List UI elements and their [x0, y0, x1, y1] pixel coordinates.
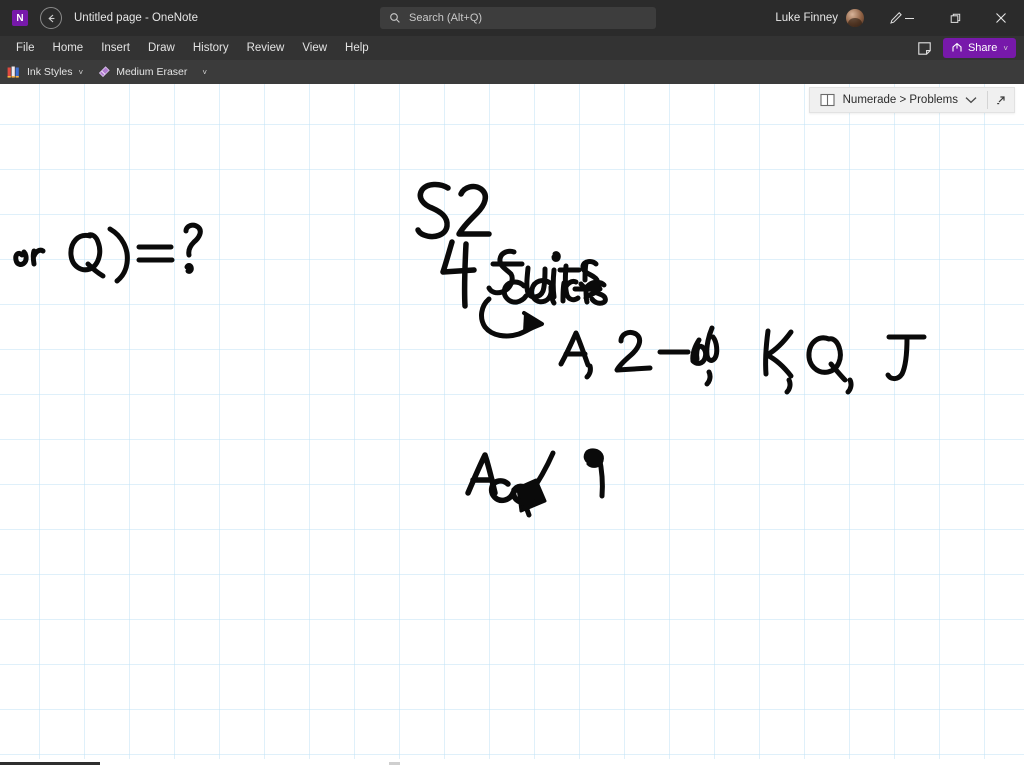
ink-stroke-ranks-list [558, 325, 927, 395]
ribbon-overflow-caret-icon: ˅ [202, 67, 208, 77]
minimize-button[interactable] [886, 0, 932, 36]
chevron-down-icon [965, 97, 977, 104]
sticky-note-icon [917, 41, 931, 55]
maximize-button[interactable] [932, 0, 978, 36]
medium-eraser-label: Medium Eraser [116, 66, 188, 78]
scrollbar-thumb[interactable] [0, 762, 100, 765]
onenote-logo-icon: N [12, 10, 28, 26]
expand-diagonal-icon [997, 96, 1005, 105]
title-bar: N Untitled page - OneNote Search (Alt+Q)… [0, 0, 1024, 36]
ink-stroke-arrow-to-ranks [479, 296, 544, 339]
ribbon-overflow-button[interactable]: ˅ [194, 60, 214, 84]
back-button[interactable] [40, 7, 62, 29]
ink-stroke-suits [486, 248, 601, 303]
scrollbar-track-marker [389, 762, 400, 765]
search-placeholder-text: Search (Alt+Q) [409, 12, 483, 24]
horizontal-scrollbar[interactable] [0, 759, 1024, 768]
close-icon [996, 13, 1006, 23]
onenote-window: N Untitled page - OneNote Search (Alt+Q)… [0, 0, 1024, 768]
ink-stroke-4 [440, 239, 477, 309]
back-arrow-icon [47, 14, 54, 22]
draw-ribbon: Ink Styles ˅ Medium Eraser ˅ [0, 60, 1024, 84]
notebook-icon [820, 93, 835, 107]
share-caret-icon: ˅ [1003, 43, 1008, 53]
share-label: Share [967, 42, 998, 54]
restore-icon [950, 13, 960, 23]
ink-stroke-blob-mark [583, 448, 605, 499]
ink-stroke-left-fragment [13, 222, 203, 284]
medium-eraser-button[interactable]: Medium Eraser [90, 60, 194, 84]
account-area[interactable]: Luke Finney [775, 0, 864, 36]
breadcrumb-text: Numerade > Problems [842, 94, 958, 106]
ink-pens-icon [7, 66, 19, 78]
breadcrumb-dropdown[interactable]: Numerade > Problems [810, 87, 987, 113]
menu-item-help[interactable]: Help [336, 36, 378, 60]
menu-item-home[interactable]: Home [44, 36, 93, 60]
menu-item-review[interactable]: Review [238, 36, 294, 60]
sticky-note-button[interactable] [914, 38, 934, 58]
minimize-icon [904, 17, 914, 19]
ink-styles-button[interactable]: Ink Styles ˅ [0, 60, 90, 84]
share-icon [952, 42, 962, 52]
page-canvas[interactable] [0, 84, 1024, 759]
expand-page-button[interactable] [988, 87, 1014, 113]
search-icon [389, 12, 401, 24]
menu-item-file[interactable]: File [7, 36, 44, 60]
ink-styles-label: Ink Styles [27, 66, 73, 78]
menu-bar: File Home Insert Draw History Review Vie… [0, 36, 1024, 60]
ink-stroke-52 [415, 181, 492, 240]
avatar[interactable] [846, 9, 864, 27]
ink-styles-caret-icon: ˅ [78, 67, 84, 77]
search-input[interactable]: Search (Alt+Q) [380, 7, 656, 29]
close-button[interactable] [978, 0, 1024, 36]
menu-item-history[interactable]: History [184, 36, 238, 60]
document-title: Untitled page - OneNote [74, 12, 199, 24]
menu-item-insert[interactable]: Insert [92, 36, 139, 60]
share-button[interactable]: Share ˅ [942, 38, 1016, 58]
ink-layer [13, 181, 927, 518]
breadcrumb: Numerade > Problems [808, 87, 1015, 113]
eraser-icon [99, 66, 110, 78]
menu-item-draw[interactable]: Draw [139, 36, 184, 60]
user-name-label: Luke Finney [775, 12, 838, 24]
menu-item-view[interactable]: View [293, 36, 336, 60]
